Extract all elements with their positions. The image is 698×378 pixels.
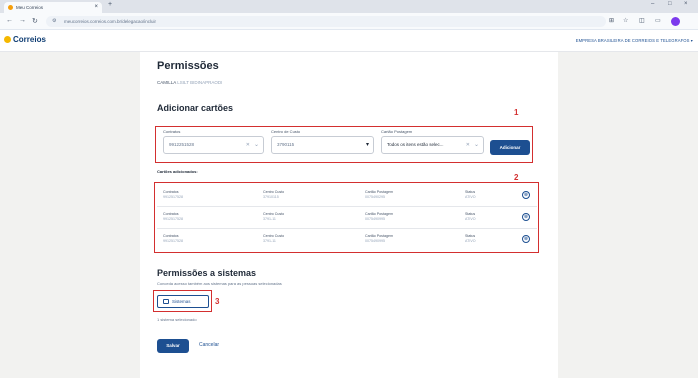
marker-1: 1 [514, 108, 519, 117]
clear-icon[interactable]: ✕ [466, 137, 470, 153]
logo-text[interactable]: Correios [13, 35, 46, 44]
correios-logo-icon [4, 36, 11, 43]
chevron-down-icon[interactable]: ⌄ [474, 137, 479, 153]
favicon-icon [8, 5, 13, 10]
centro-custo-value: 3790115 [277, 142, 295, 147]
cartao-cell: Cartão Postagem 0075490995 [365, 212, 393, 221]
table-row: Contratos 9912517528 Centro Custo 37910115… [157, 187, 537, 207]
status-cell: Status ATIVO [465, 190, 476, 199]
user-name: CAMILLA LSILT BIDINAPRAODI [157, 80, 222, 85]
cartao-cell: Cartão Postagem 0075490295 [365, 190, 393, 199]
save-button[interactable]: Salvar [157, 339, 189, 353]
cartao-postagem-value: Todos os itens estão selec... [387, 142, 444, 147]
remove-row-icon[interactable]: ⊗ [522, 191, 530, 199]
tab-close-icon[interactable]: × [94, 2, 98, 13]
maximize-button[interactable]: □ [668, 1, 672, 7]
organization-selector[interactable]: EMPRESA BRASILEIRA DE CORREIOS E TELEGRA… [576, 38, 693, 43]
sistemas-button[interactable]: Sistemas [157, 295, 209, 308]
back-icon[interactable]: ← [6, 17, 13, 24]
contratos-cell: Contratos 9912517528 [163, 190, 183, 199]
user-last-name: LSILT BIDINAPRAODI [177, 80, 223, 85]
browser-tab[interactable]: Meu Correios × [4, 2, 102, 13]
contratos-cell: Contratos 9912517528 [163, 212, 183, 221]
reload-icon[interactable]: ↻ [32, 17, 38, 25]
contratos-label: Contratos [163, 129, 181, 134]
forward-icon[interactable]: → [19, 17, 26, 24]
site-info-icon[interactable]: ⚙ [52, 16, 56, 27]
centro-custo-select[interactable]: 3790115 ▾ [271, 136, 374, 154]
systems-selected-count: 1 sistema selecionado [157, 317, 197, 322]
marker-2: 2 [514, 173, 519, 182]
monitor-icon [163, 299, 169, 304]
dropdown-arrow-icon[interactable]: ▾ [366, 137, 369, 153]
centro-custo-cell: Centro Custo 3791-11 [263, 212, 285, 221]
browser-tabbar: Meu Correios × + – □ × [0, 0, 698, 13]
bookmark-star-icon[interactable]: ☆ [623, 17, 628, 24]
translate-icon[interactable]: ⊞ [609, 17, 614, 24]
window-close-button[interactable]: × [684, 1, 688, 7]
systems-title: Permissões a sistemas [157, 268, 257, 278]
centro-custo-cell: Centro Custo 37910115 [263, 190, 285, 199]
cartao-cell: Cartão Postagem 0075490995 [365, 234, 393, 243]
chevron-down-icon[interactable]: ⌄ [254, 137, 259, 153]
contratos-cell: Contratos 9912517528 [163, 234, 183, 243]
remove-row-icon[interactable]: ⊗ [522, 235, 530, 243]
minimize-button[interactable]: – [651, 1, 654, 7]
new-tab-button[interactable]: + [108, 1, 112, 8]
table-row: Contratos 9912517528 Centro Custo 3791-11 … [157, 209, 537, 229]
contratos-value: 9912251528 [169, 142, 195, 147]
centro-custo-label: Centro de Custo [271, 129, 301, 134]
centro-custo-cell: Centro Custo 3791-11 [263, 234, 285, 243]
status-cell: Status ATIVO [465, 212, 476, 221]
remove-row-icon[interactable]: ⊗ [522, 213, 530, 221]
user-first-name: CAMILLA [157, 80, 177, 85]
url-input[interactable]: ⚙ meucorreios.correios.com.br/delegacao/… [46, 16, 606, 27]
status-cell: Status ATIVO [465, 234, 476, 243]
cancel-button[interactable]: Cancelar [199, 342, 219, 348]
cartao-postagem-select[interactable]: Todos os itens estão selec... ✕ ⌄ [381, 136, 484, 154]
systems-description: Conceda acesso também aos sistemas para … [157, 281, 282, 286]
sistemas-button-label: Sistemas [172, 299, 191, 304]
tab-title: Meu Correios [16, 5, 44, 10]
sidepanel-icon[interactable]: ▭ [655, 17, 661, 24]
contratos-select[interactable]: 9912251528 ✕ ⌄ [163, 136, 264, 154]
app-header: Correios EMPRESA BRASILEIRA DE CORREIOS … [0, 30, 698, 52]
marker-3: 3 [215, 297, 220, 306]
table-row: Contratos 9912517528 Centro Custo 3791-11 … [157, 231, 537, 251]
address-bar-row: ← → ↻ ⚙ meucorreios.correios.com.br/dele… [0, 13, 698, 30]
add-cards-title: Adicionar cartões [157, 103, 234, 113]
page-title: Permissões [157, 60, 219, 72]
profile-avatar[interactable] [671, 17, 680, 26]
cartao-postagem-label: Cartão Postagem [381, 129, 413, 134]
add-button[interactable]: Adicionar [490, 140, 530, 155]
url-text: meucorreios.correios.com.br/delegacao/in… [64, 19, 157, 24]
clear-icon[interactable]: ✕ [246, 137, 250, 153]
added-cards-title: Cartões adicionados: [157, 169, 198, 174]
extensions-icon[interactable]: ◫ [639, 17, 645, 24]
